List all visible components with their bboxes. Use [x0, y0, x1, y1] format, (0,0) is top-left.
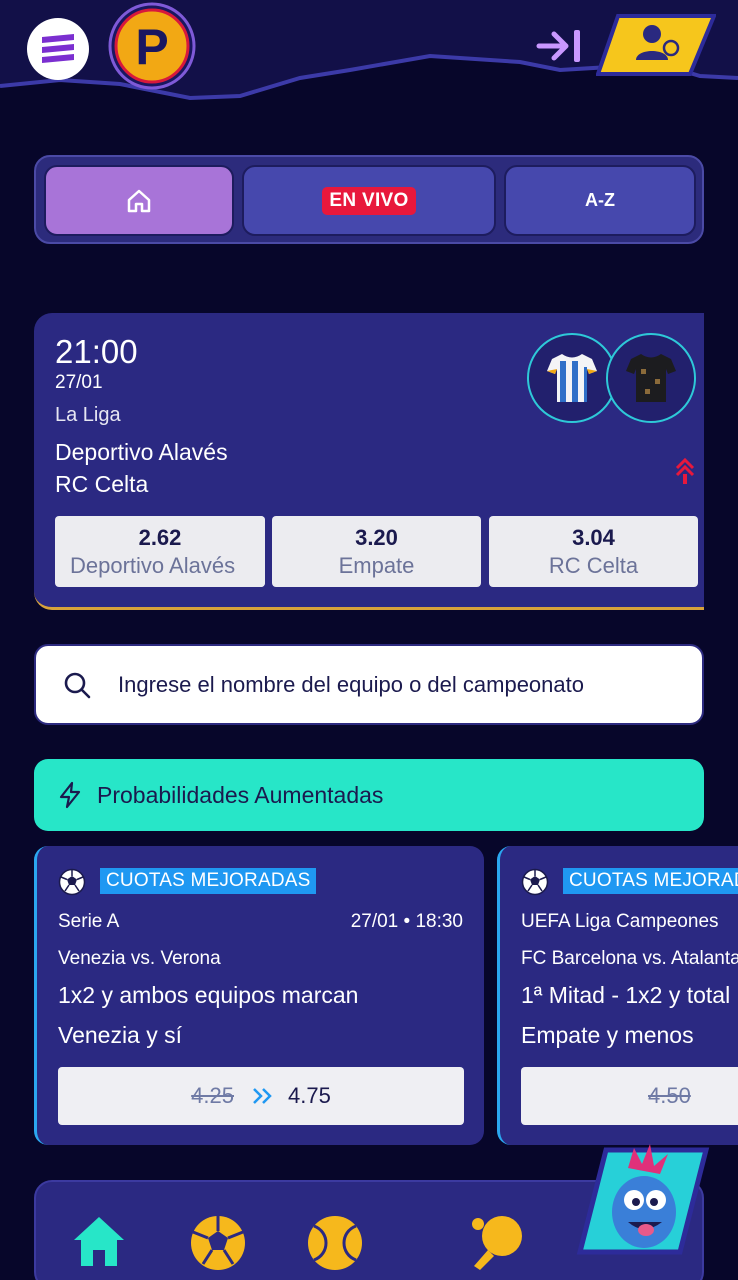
odd-away-button[interactable]: 3.04 RC Celta	[489, 516, 698, 587]
odd-label: RC Celta	[548, 553, 639, 578]
tab-live[interactable]: EN VIVO	[242, 165, 496, 236]
promo-market: 1ª Mitad - 1x2 y total	[521, 982, 731, 1008]
soccer-ball-icon[interactable]	[189, 1214, 247, 1272]
enhanced-odds-badge: CUOTAS MEJORADAS	[563, 868, 738, 894]
promo-selection: Empate y menos	[521, 1022, 694, 1048]
match-time: 21:00	[55, 333, 138, 370]
boosted-odds-banner[interactable]: Probabilidades Aumentadas	[34, 759, 704, 831]
live-badge: EN VIVO	[322, 186, 416, 215]
login-arrow-icon	[536, 30, 580, 62]
promo-league: UEFA Liga Campeones	[521, 911, 719, 932]
match-league: La Liga	[55, 404, 121, 426]
enhanced-odds-badge: CUOTAS MEJORADAS	[100, 868, 317, 894]
boost-arrows-icon	[675, 457, 695, 484]
home-team-jersey	[527, 333, 617, 423]
tab-az[interactable]: A-Z	[504, 165, 696, 236]
featured-match-card[interactable]: 21:00 27/01 La Liga Deportivo Alavés RC …	[34, 313, 704, 610]
login-button[interactable]	[536, 24, 586, 68]
lightning-icon	[59, 781, 81, 809]
menu-button[interactable]	[27, 18, 89, 80]
mascot-chat-button[interactable]	[576, 1140, 710, 1258]
away-team-jersey	[606, 333, 696, 423]
promo-card[interactable]: CUOTAS MEJORADAS UEFA Liga Campeones FC …	[497, 846, 738, 1145]
hamburger-menu-icon	[42, 34, 74, 63]
striped-jersey-icon	[547, 354, 597, 402]
home-icon[interactable]	[70, 1212, 128, 1270]
away-team: RC Celta	[55, 471, 149, 497]
soccer-ball-icon	[521, 868, 549, 896]
app-header: P	[0, 0, 738, 120]
promo-selection: Venezia y sí	[58, 1022, 183, 1048]
logo-letter: P	[135, 19, 168, 75]
tennis-ball-icon[interactable]	[306, 1214, 364, 1272]
boosted-odds-title: Probabilidades Aumentadas	[97, 781, 384, 808]
promo-datetime: 27/01 • 18:30	[350, 911, 463, 932]
odd-value: 3.20	[355, 525, 398, 550]
odd-label: Deportivo Alavés	[70, 553, 236, 578]
promo-odds-button[interactable]: 4.25 4.75	[58, 1067, 464, 1125]
new-odds: 4.75	[288, 1083, 331, 1108]
old-odds: 4.25	[191, 1083, 234, 1108]
odd-label: Empate	[338, 553, 415, 578]
black-jersey-icon	[626, 354, 676, 402]
tab-home[interactable]	[44, 165, 234, 236]
odd-value: 2.62	[138, 525, 182, 550]
tab-az-label: A-Z	[585, 190, 615, 210]
odd-value: 3.04	[572, 525, 615, 550]
home-icon	[127, 189, 151, 212]
search-bar[interactable]	[34, 644, 704, 725]
odd-home-button[interactable]: 2.62 Deportivo Alavés	[55, 516, 265, 587]
odd-draw-button[interactable]: 3.20 Empate	[272, 516, 481, 587]
section-tabs: EN VIVO A-Z	[34, 155, 704, 244]
promo-league: Serie A	[58, 911, 120, 932]
promo-match: Venezia vs. Verona	[58, 948, 221, 969]
search-icon	[64, 672, 91, 698]
search-input[interactable]	[118, 671, 678, 698]
soccer-ball-icon	[58, 868, 86, 896]
promo-match: FC Barcelona vs. Atalanta	[521, 948, 738, 969]
match-date: 27/01	[55, 372, 103, 393]
home-team: Deportivo Alavés	[55, 439, 228, 465]
register-button[interactable]	[596, 12, 716, 78]
promo-market: 1x2 y ambos equipos marcan	[58, 982, 359, 1008]
brand-logo[interactable]: P	[104, 2, 200, 92]
promo-card[interactable]: CUOTAS MEJORADAS Serie A 27/01 • 18:30 V…	[34, 846, 484, 1145]
promo-odds-button[interactable]: 4.50	[521, 1067, 738, 1125]
double-chevron-right-icon	[253, 1088, 272, 1104]
old-odds: 4.50	[648, 1083, 691, 1108]
table-tennis-icon[interactable]	[468, 1212, 528, 1272]
